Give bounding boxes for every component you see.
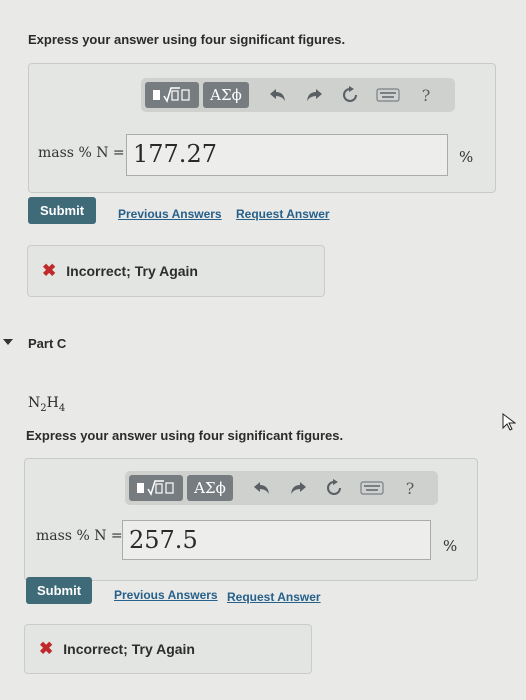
submit-button[interactable]: Submit: [26, 577, 92, 604]
formula-n2h4: N2H4: [28, 395, 66, 414]
redo-icon[interactable]: [303, 84, 325, 106]
answer-input[interactable]: 257.5: [122, 520, 431, 560]
feedback-box: ✖ Incorrect; Try Again: [27, 245, 325, 297]
request-answer-link[interactable]: Request Answer: [236, 207, 330, 221]
reset-icon[interactable]: [323, 477, 345, 499]
answer-panel: ΑΣϕ ? mass % N = 177.27 %: [28, 63, 496, 193]
answer-panel: ΑΣϕ ? mass % N = 257.5 %: [24, 458, 478, 581]
mass-percent-label: mass % N =: [36, 528, 123, 544]
incorrect-x-icon: ✖: [39, 639, 54, 658]
mouse-cursor-icon: [502, 413, 516, 431]
percent-unit: %: [443, 537, 458, 555]
feedback-text: Incorrect; Try Again: [66, 263, 198, 279]
percent-unit: %: [459, 148, 474, 166]
instruction-text: Express your answer using four significa…: [26, 428, 344, 443]
collapse-caret-icon[interactable]: [3, 339, 13, 345]
undo-icon[interactable]: [251, 477, 273, 499]
mass-percent-label: mass % N =: [38, 145, 125, 161]
sqrt-template-icon: [153, 87, 190, 103]
feedback-box: ✖ Incorrect; Try Again: [24, 624, 312, 674]
answer-input[interactable]: 177.27: [126, 134, 448, 176]
submit-button[interactable]: Submit: [28, 197, 96, 224]
math-toolbar: ΑΣϕ ?: [125, 471, 438, 505]
instruction-text: Express your answer using four significa…: [28, 32, 346, 47]
keyboard-icon[interactable]: [375, 84, 401, 106]
templates-button[interactable]: [129, 475, 183, 501]
greek-symbols-button[interactable]: ΑΣϕ: [203, 82, 249, 108]
math-toolbar: ΑΣϕ ?: [141, 78, 455, 112]
feedback-text: Incorrect; Try Again: [63, 641, 195, 657]
previous-answers-link[interactable]: Previous Answers: [118, 207, 222, 221]
greek-symbols-button[interactable]: ΑΣϕ: [187, 475, 233, 501]
previous-answers-link[interactable]: Previous Answers: [114, 588, 218, 602]
redo-icon[interactable]: [287, 477, 309, 499]
request-answer-link[interactable]: Request Answer: [227, 590, 321, 604]
reset-icon[interactable]: [339, 84, 361, 106]
sqrt-template-icon: [137, 480, 174, 496]
help-icon[interactable]: ?: [399, 477, 421, 499]
undo-icon[interactable]: [267, 84, 289, 106]
incorrect-x-icon: ✖: [42, 261, 57, 280]
keyboard-icon[interactable]: [359, 477, 385, 499]
part-c-header[interactable]: Part C: [28, 336, 66, 351]
help-icon[interactable]: ?: [415, 84, 437, 106]
templates-button[interactable]: [145, 82, 199, 108]
